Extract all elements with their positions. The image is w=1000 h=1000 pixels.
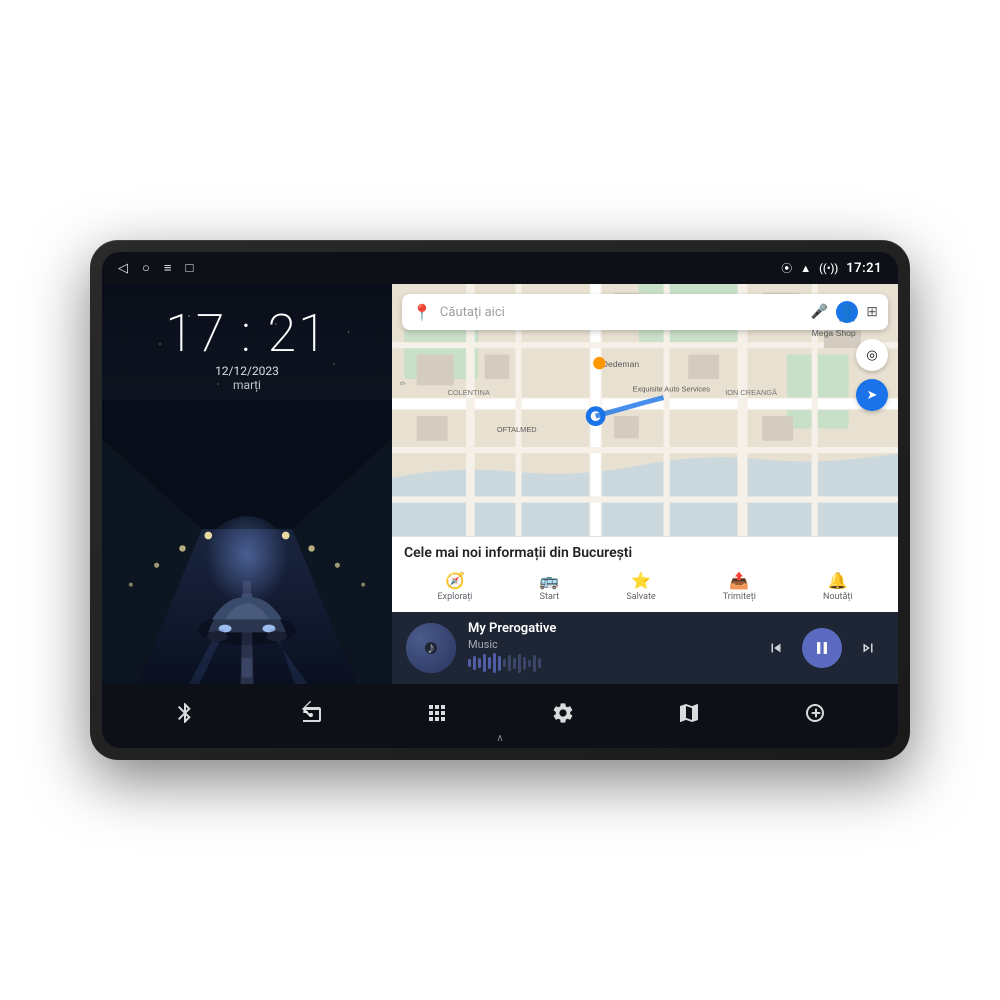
noutăți-icon: 🔔 [828,571,848,590]
play-pause-button[interactable] [802,628,842,668]
location-btn[interactable]: ◎ [856,339,888,371]
explorați-label: Explorați [438,592,473,602]
waveform-bar-12 [528,660,531,667]
tab-trimiteți[interactable]: 📤 Trimiteți [723,571,756,602]
start-label: Start [540,592,559,602]
nav-menu-icon[interactable]: ≡ [164,260,172,276]
nav-maps[interactable] [677,701,701,731]
nav-settings[interactable] [551,701,575,731]
nav-home-icon[interactable]: ○ [142,260,150,276]
nav-apps[interactable] [425,701,449,731]
music-note-icon: ♪ [427,638,435,658]
svg-text:Dedeman: Dedeman [602,359,640,369]
grid-icon[interactable]: ⊞ [866,304,878,320]
music-player: ♪ My Prerogative Music [392,612,898,684]
main-content: 17 : 21 12/12/2023 marți [102,284,898,684]
device-shell: ◁ ○ ≡ □ ⦿ ▲ ((•)) 17:21 17 : 21 12/12/20… [90,240,910,760]
next-button[interactable] [852,632,884,664]
waveform-bar-11 [523,657,526,670]
status-indicators: ⦿ ▲ ((•)) 17:21 [781,260,882,276]
lock-day: marți [233,378,261,392]
music-controls [760,628,884,668]
nav-bluetooth[interactable] [173,701,197,731]
lock-date: 12/12/2023 [215,364,279,378]
map-search-bar[interactable]: 📍 Căutați aici 🎤 👤 ⊞ [402,294,888,330]
signal-icon: ((•)) [819,262,838,275]
prev-button[interactable] [760,632,792,664]
music-title: My Prerogative [468,621,748,636]
lock-screen-panel: 17 : 21 12/12/2023 marți [102,284,392,684]
album-art-inner: ♪ [406,623,456,673]
trimiteți-icon: 📤 [729,571,749,590]
waveform-bar-14 [538,658,541,668]
waveform-bar-2 [478,658,481,668]
noutăți-label: Noutăți [823,592,853,602]
bottom-nav: ∧ [102,684,898,748]
music-waveform [468,651,748,675]
waveform-bar-1 [473,656,476,670]
lock-time: 17 : 21 [165,308,328,360]
waveform-bar-7 [503,659,506,667]
music-subtitle: Music [468,638,748,651]
google-maps-icon: 📍 [412,303,432,322]
map-controls: ◎ ➤ [856,339,888,411]
right-panel: COLENTINA ION CREANGĂ Ș Carrefour Dragon… [392,284,898,684]
extra-nav-icon [803,701,827,731]
waveform-bar-3 [483,654,486,672]
info-card-title: Cele mai noi informații din București [404,545,886,561]
salvate-icon: ⭐ [631,571,651,590]
tab-salvate[interactable]: ⭐ Salvate [626,571,655,602]
bottom-nav-arrow: ∧ [496,733,503,744]
salvate-label: Salvate [626,592,655,602]
waveform-bar-9 [513,658,516,669]
settings-nav-icon [551,701,575,731]
svg-text:ION CREANGĂ: ION CREANGĂ [725,388,777,397]
svg-text:COLENTINA: COLENTINA [448,388,490,397]
nav-extra[interactable] [803,701,827,731]
tab-explorați[interactable]: 🧭 Explorați [438,571,473,602]
search-placeholder: Căutați aici [440,305,803,320]
music-info: My Prerogative Music [468,621,748,675]
svg-text:Exquisite Auto Services: Exquisite Auto Services [633,384,711,393]
search-action-icons: 🎤 👤 ⊞ [811,301,878,323]
voice-search-icon[interactable]: 🎤 [811,304,828,320]
info-tabs: 🧭 Explorați 🚌 Start ⭐ Salvate 📤 [404,567,886,604]
status-time: 17:21 [846,261,882,276]
tab-start[interactable]: 🚌 Start [539,571,559,602]
trimiteți-label: Trimiteți [723,592,756,602]
start-icon: 🚌 [539,571,559,590]
waveform-bar-6 [498,656,501,671]
waveform-bar-4 [488,657,491,669]
bluetooth-icon: ⦿ [781,260,792,276]
info-card: Cele mai noi informații din București 🧭 … [392,536,898,612]
explorați-icon: 🧭 [445,571,465,590]
maps-nav-icon [677,701,701,731]
svg-text:Ș: Ș [399,381,406,385]
wifi-icon: ▲ [800,262,811,275]
nav-buttons: ◁ ○ ≡ □ [118,260,193,276]
car-illustration [102,400,392,684]
status-bar: ◁ ○ ≡ □ ⦿ ▲ ((•)) 17:21 [102,252,898,284]
waveform-bar-13 [533,655,536,672]
album-art: ♪ [406,623,456,673]
navigation-btn[interactable]: ➤ [856,379,888,411]
waveform-bar-10 [518,654,521,673]
account-icon[interactable]: 👤 [836,301,858,323]
map-container[interactable]: COLENTINA ION CREANGĂ Ș Carrefour Dragon… [392,284,898,536]
tab-noutăți[interactable]: 🔔 Noutăți [823,571,853,602]
nav-back-icon[interactable]: ◁ [118,261,128,276]
bluetooth-nav-icon [173,701,197,731]
radio-nav-icon [299,701,323,731]
map-background: COLENTINA ION CREANGĂ Ș Carrefour Dragon… [392,284,898,536]
waveform-bar-8 [508,655,511,671]
apps-nav-icon [425,701,449,731]
nav-screenshot-icon[interactable]: □ [185,260,193,276]
nav-radio[interactable] [299,701,323,731]
waveform-bar-0 [468,659,471,667]
waveform-bar-5 [493,653,496,673]
svg-text:OFTALMED: OFTALMED [497,425,537,434]
screen: ◁ ○ ≡ □ ⦿ ▲ ((•)) 17:21 17 : 21 12/12/20… [102,252,898,748]
